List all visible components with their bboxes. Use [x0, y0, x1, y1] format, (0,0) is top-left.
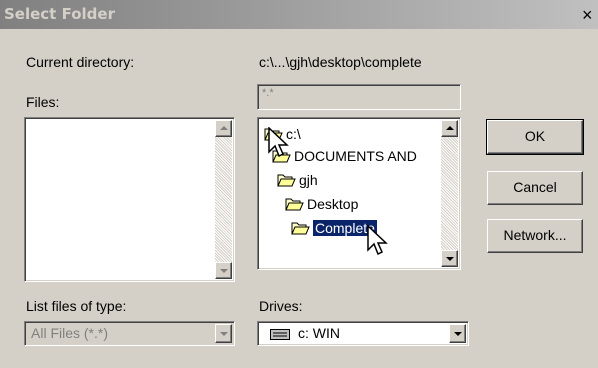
window-title: Select Folder	[4, 5, 115, 23]
ok-button[interactable]: OK	[486, 119, 584, 155]
file-type-dropdown-button[interactable]	[215, 324, 232, 343]
scroll-up-arrow-icon	[446, 126, 454, 130]
current-directory-value: c:\...\gjh\desktop\complete	[259, 54, 422, 70]
drives-select[interactable]: c: WIN	[257, 321, 469, 346]
folder-tree-scrollbar[interactable]	[441, 120, 458, 267]
filename-input-value: *.*	[262, 87, 274, 99]
file-type-select[interactable]: All Files (*.*)	[24, 321, 235, 346]
scroll-down-arrow-icon	[220, 269, 228, 273]
chevron-down-icon	[454, 332, 462, 336]
hard-drive-icon	[270, 329, 290, 340]
file-type-value: All Files (*.*)	[31, 325, 109, 341]
open-folder-icon	[285, 196, 304, 211]
scroll-down-button[interactable]	[441, 250, 458, 267]
filename-input[interactable]: *.*	[257, 84, 461, 110]
scroll-up-button[interactable]	[215, 120, 232, 137]
selected-folder-label: Complete	[313, 220, 377, 236]
chevron-down-icon	[220, 332, 228, 336]
files-label: Files:	[26, 94, 60, 110]
current-directory-label: Current directory:	[26, 54, 135, 70]
cancel-button[interactable]: Cancel	[487, 171, 583, 205]
select-folder-dialog: Select Folder × Current directory: Files…	[0, 0, 598, 368]
scroll-down-button[interactable]	[215, 262, 232, 279]
drives-label: Drives:	[259, 298, 303, 314]
open-folder-icon	[291, 220, 310, 235]
open-folder-icon	[272, 148, 291, 163]
files-listbox[interactable]	[24, 117, 235, 282]
drives-dropdown-button[interactable]	[449, 324, 466, 343]
list-files-of-type-label: List files of type:	[26, 298, 127, 314]
scroll-up-arrow-icon	[220, 126, 228, 130]
drives-value: c: WIN	[298, 325, 340, 341]
title-bar[interactable]: Select Folder ×	[0, 0, 598, 29]
scroll-down-arrow-icon	[446, 257, 454, 261]
close-icon[interactable]: ×	[582, 6, 596, 24]
folder-tree-listbox[interactable]: c:\ DOCUMENTS AND gjh Desktop Complete	[257, 117, 461, 270]
network-button[interactable]: Network...	[487, 219, 583, 253]
scroll-up-button[interactable]	[441, 120, 458, 137]
open-folder-icon	[277, 172, 296, 187]
open-folder-icon	[264, 126, 283, 141]
files-scrollbar[interactable]	[215, 120, 232, 279]
